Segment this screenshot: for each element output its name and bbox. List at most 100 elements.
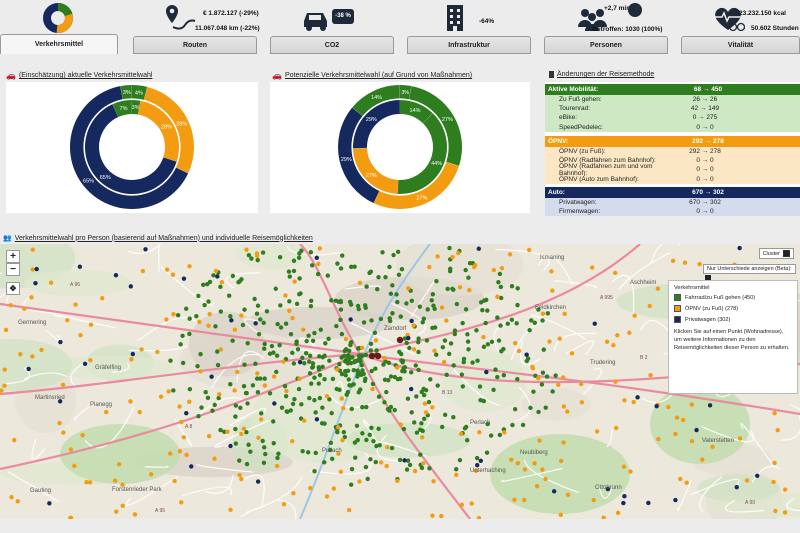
residence-point[interactable]	[282, 384, 288, 389]
residence-point[interactable]	[325, 273, 331, 278]
residence-point[interactable]	[388, 404, 394, 410]
residence-point[interactable]	[491, 387, 496, 393]
residence-point[interactable]	[320, 355, 325, 360]
residence-point[interactable]	[502, 430, 507, 435]
residence-point[interactable]	[281, 502, 287, 507]
residence-point[interactable]	[509, 457, 514, 462]
residence-point[interactable]	[229, 318, 234, 323]
residence-point[interactable]	[475, 462, 480, 468]
residence-point[interactable]	[365, 476, 370, 482]
residence-point[interactable]	[561, 404, 567, 409]
residence-point[interactable]	[177, 449, 183, 454]
residence-point[interactable]	[562, 311, 567, 316]
residence-point[interactable]	[181, 435, 187, 440]
residence-point[interactable]	[497, 271, 503, 277]
residence-point[interactable]	[328, 440, 334, 446]
residence-point[interactable]	[310, 338, 316, 343]
residence-point[interactable]	[209, 374, 214, 379]
residence-point[interactable]	[464, 438, 470, 443]
residence-point[interactable]	[199, 405, 204, 410]
residence-point[interactable]	[370, 381, 376, 387]
residence-point[interactable]	[228, 443, 233, 449]
residence-point[interactable]	[245, 341, 250, 346]
residence-point[interactable]	[60, 382, 66, 387]
residence-point[interactable]	[187, 399, 192, 404]
residence-point[interactable]	[422, 401, 428, 406]
residence-point[interactable]	[357, 371, 363, 376]
residence-point[interactable]	[565, 409, 570, 414]
residence-point[interactable]	[183, 306, 189, 311]
residence-point[interactable]	[253, 321, 258, 326]
residence-point[interactable]	[540, 467, 545, 472]
residence-point[interactable]	[327, 358, 332, 363]
residence-point[interactable]	[281, 359, 286, 364]
residence-point[interactable]	[450, 254, 455, 260]
residence-point[interactable]	[360, 404, 365, 410]
legend-item[interactable]: Fahrrad/zu Fuß gehen (450)	[674, 292, 792, 303]
residence-point[interactable]	[284, 388, 289, 394]
residence-point[interactable]	[495, 315, 500, 320]
residence-point[interactable]	[378, 460, 384, 465]
residence-point[interactable]	[499, 265, 505, 271]
residence-point[interactable]	[384, 463, 389, 469]
residence-point[interactable]	[383, 274, 388, 280]
residence-point[interactable]	[140, 268, 146, 274]
residence-point[interactable]	[346, 348, 352, 353]
residence-point[interactable]	[387, 316, 392, 321]
residence-point[interactable]	[540, 370, 546, 375]
residence-point[interactable]	[346, 353, 351, 358]
residence-point[interactable]	[82, 361, 88, 366]
tab-vitalitaet[interactable]: 23.232.150 kcal 50.602 Stunden Vitalität	[681, 0, 800, 54]
residence-point[interactable]	[294, 341, 299, 346]
residence-point[interactable]	[283, 321, 289, 326]
residence-point[interactable]	[515, 302, 520, 308]
residence-point[interactable]	[255, 390, 261, 395]
residence-point[interactable]	[594, 429, 600, 434]
residence-point[interactable]	[413, 363, 418, 368]
residence-point[interactable]	[338, 266, 344, 271]
residence-point[interactable]	[368, 341, 374, 347]
residence-point[interactable]	[33, 280, 38, 286]
residence-point[interactable]	[61, 430, 66, 435]
residence-point[interactable]	[447, 245, 452, 251]
residence-point[interactable]	[292, 396, 297, 402]
station-marker[interactable]	[374, 352, 382, 360]
residence-point[interactable]	[406, 286, 411, 291]
residence-point[interactable]	[196, 413, 201, 419]
residence-point[interactable]	[179, 419, 184, 425]
residence-point[interactable]	[451, 363, 456, 368]
residence-point[interactable]	[241, 384, 247, 389]
residence-point[interactable]	[113, 273, 119, 278]
residence-point[interactable]	[198, 352, 203, 357]
cluster-checkbox[interactable]	[783, 250, 790, 257]
residence-point[interactable]	[305, 450, 311, 455]
residence-point[interactable]	[300, 355, 305, 361]
residence-point[interactable]	[434, 278, 439, 284]
residence-point[interactable]	[540, 311, 546, 316]
residence-point[interactable]	[549, 269, 554, 274]
residence-point[interactable]	[197, 319, 202, 325]
residence-point[interactable]	[273, 286, 278, 291]
residence-point[interactable]	[73, 302, 78, 307]
residence-point[interactable]	[648, 372, 653, 378]
residence-point[interactable]	[324, 393, 330, 399]
residence-point[interactable]	[441, 359, 447, 365]
residence-point[interactable]	[368, 457, 373, 462]
residence-point[interactable]	[348, 360, 354, 366]
residence-point[interactable]	[451, 415, 456, 420]
residence-point[interactable]	[394, 292, 399, 297]
residence-point[interactable]	[427, 466, 432, 471]
residence-point[interactable]	[307, 353, 313, 359]
residence-point[interactable]	[363, 464, 369, 470]
residence-point[interactable]	[213, 268, 219, 274]
residence-point[interactable]	[233, 426, 238, 432]
residence-point[interactable]	[263, 451, 268, 457]
residence-point[interactable]	[737, 436, 743, 441]
residence-point[interactable]	[368, 348, 374, 353]
residence-point[interactable]	[206, 323, 211, 328]
residence-point[interactable]	[262, 383, 268, 388]
residence-point[interactable]	[271, 350, 276, 355]
residence-point[interactable]	[459, 372, 465, 377]
residence-point[interactable]	[556, 382, 561, 388]
residence-point[interactable]	[180, 360, 186, 366]
